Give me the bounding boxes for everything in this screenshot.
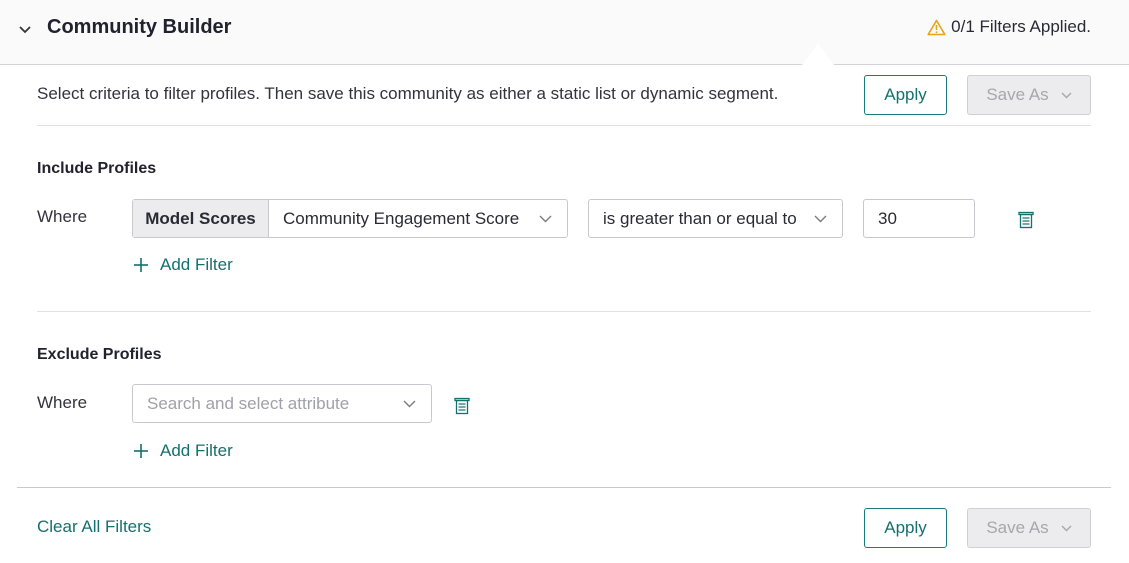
chevron-down-icon xyxy=(1061,525,1072,531)
warning-triangle-icon xyxy=(927,19,946,35)
community-builder-header: Community Builder 0/1 Filters Applied. xyxy=(0,0,1129,65)
save-as-button[interactable]: Save As xyxy=(967,75,1091,115)
attribute-category-tag: Model Scores xyxy=(133,200,269,237)
attribute-value-text: Community Engagement Score xyxy=(283,208,520,228)
exclude-add-filter-button[interactable]: Add Filter xyxy=(134,441,233,461)
exclude-where-label: Where xyxy=(37,393,88,412)
description-text: Select criteria to filter profiles. Then… xyxy=(37,84,779,103)
include-attribute-select[interactable]: Model Scores Community Engagement Score xyxy=(132,199,568,238)
chevron-down-icon[interactable] xyxy=(18,22,32,36)
filters-status-text: 0/1 Filters Applied. xyxy=(951,17,1091,36)
footer-apply-button[interactable]: Apply xyxy=(864,508,947,548)
operator-text: is greater than or equal to xyxy=(603,208,797,228)
add-filter-label: Add Filter xyxy=(160,441,233,460)
chevron-down-icon xyxy=(539,215,552,223)
exclude-attribute-select[interactable]: Search and select attribute xyxy=(132,384,432,423)
save-as-label: Save As xyxy=(986,85,1049,104)
value-text: 30 xyxy=(878,208,897,228)
chevron-down-icon xyxy=(814,215,827,223)
operator-select[interactable]: is greater than or equal to xyxy=(588,199,843,238)
attribute-placeholder: Search and select attribute xyxy=(147,393,350,413)
footer-divider xyxy=(17,487,1111,488)
chevron-down-icon xyxy=(403,400,416,408)
include-profiles-title: Include Profiles xyxy=(37,160,157,177)
value-input[interactable]: 30 xyxy=(863,199,975,238)
clear-all-filters-link[interactable]: Clear All Filters xyxy=(37,517,151,537)
filters-status: 0/1 Filters Applied. xyxy=(927,17,1091,37)
include-where-label: Where xyxy=(37,207,88,226)
footer-save-as-button[interactable]: Save As xyxy=(967,508,1091,548)
exclude-profiles-title: Exclude Profiles xyxy=(37,346,162,363)
include-add-filter-button[interactable]: Add Filter xyxy=(134,255,233,275)
plus-icon xyxy=(134,258,148,272)
status-pointer xyxy=(802,43,834,65)
apply-button[interactable]: Apply xyxy=(864,75,947,115)
trash-icon[interactable] xyxy=(1017,211,1035,229)
save-as-label: Save As xyxy=(986,518,1049,537)
plus-icon xyxy=(134,444,148,458)
attribute-value[interactable]: Community Engagement Score xyxy=(269,200,567,237)
add-filter-label: Add Filter xyxy=(160,255,233,274)
divider xyxy=(37,125,1091,126)
trash-icon[interactable] xyxy=(453,397,471,415)
divider xyxy=(37,311,1091,312)
page-title: Community Builder xyxy=(47,16,232,38)
chevron-down-icon xyxy=(1061,92,1072,98)
